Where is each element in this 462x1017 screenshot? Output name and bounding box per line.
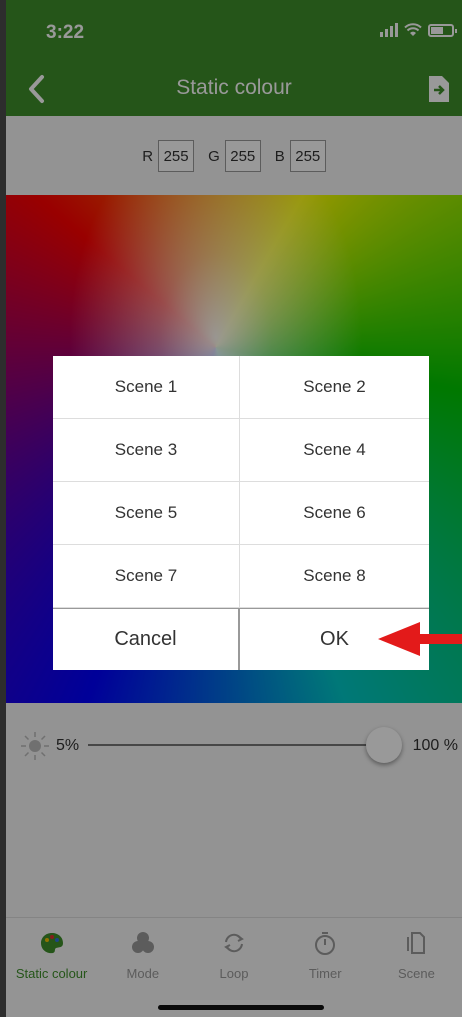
scene-select-dialog: Scene 1 Scene 2 Scene 3 Scene 4 Scene 5 … xyxy=(53,356,429,670)
red-arrow-annotation-icon xyxy=(378,622,462,656)
scene-2-option[interactable]: Scene 2 xyxy=(240,356,429,419)
dialog-buttons: Cancel OK xyxy=(53,608,429,670)
cancel-button[interactable]: Cancel xyxy=(53,609,240,670)
app-screen: 3:22 Static colour R 255 G 255 B 255 5% … xyxy=(6,0,462,1017)
scene-5-option[interactable]: Scene 5 xyxy=(53,482,240,545)
scene-6-option[interactable]: Scene 6 xyxy=(240,482,429,545)
scene-4-option[interactable]: Scene 4 xyxy=(240,419,429,482)
scene-8-option[interactable]: Scene 8 xyxy=(240,545,429,608)
scene-1-option[interactable]: Scene 1 xyxy=(53,356,240,419)
device-frame: 3:22 Static colour R 255 G 255 B 255 5% … xyxy=(0,0,462,1017)
scene-3-option[interactable]: Scene 3 xyxy=(53,419,240,482)
scene-7-option[interactable]: Scene 7 xyxy=(53,545,240,608)
scene-grid: Scene 1 Scene 2 Scene 3 Scene 4 Scene 5 … xyxy=(53,356,429,608)
